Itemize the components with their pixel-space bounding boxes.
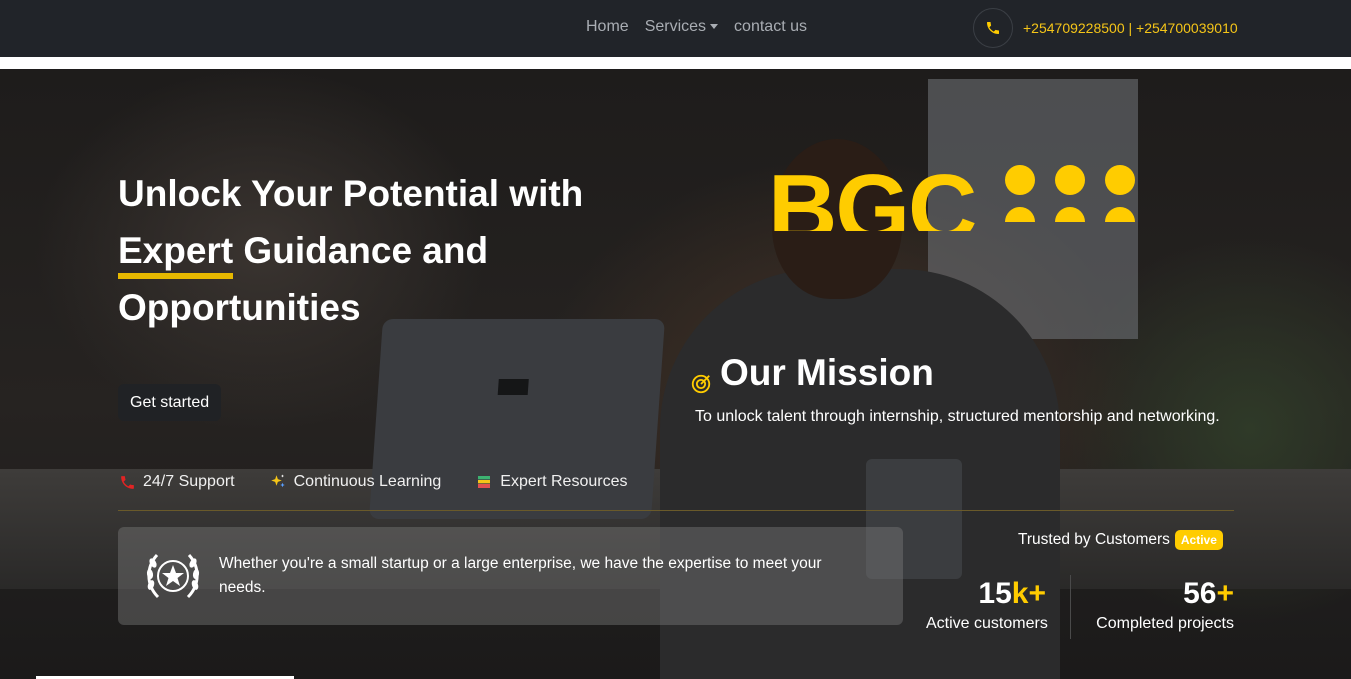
hero-section: BGC Unlock Your Potential with Expert Gu… bbox=[0, 69, 1351, 679]
get-started-button[interactable]: Get started bbox=[118, 384, 222, 421]
headline-line-1: Unlock Your Potential with bbox=[118, 173, 584, 214]
stat-label: Active customers bbox=[926, 615, 1048, 632]
trusted-row: Trusted by Customers Active bbox=[1018, 530, 1223, 550]
stat-completed-projects: 56+ Completed projects bbox=[1094, 577, 1234, 633]
award-star-icon bbox=[142, 549, 204, 603]
status-badge: Active bbox=[1174, 530, 1223, 550]
trusted-label: Trusted by Customers bbox=[1018, 531, 1170, 548]
phone-numbers[interactable]: +254709228500 | +254700039010 bbox=[1023, 20, 1238, 36]
mission-heading: Our Mission bbox=[690, 352, 934, 394]
feature-list: 24/7 Support Continuous Learning Expert … bbox=[118, 473, 627, 491]
info-card: Whether you're a small startup or a larg… bbox=[118, 527, 903, 625]
logo-text: BGC bbox=[768, 165, 976, 231]
top-navbar: Home Services contact us +254709228500 |… bbox=[0, 0, 1351, 57]
mission-title: Our Mission bbox=[720, 352, 934, 393]
books-icon bbox=[475, 473, 493, 491]
stat-divider bbox=[1070, 575, 1071, 639]
stat-number: 56 bbox=[1183, 577, 1217, 610]
feature-resources: Expert Resources bbox=[475, 473, 627, 491]
stat-label: Completed projects bbox=[1096, 615, 1234, 632]
stat-number: 15 bbox=[978, 577, 1012, 610]
target-icon bbox=[690, 362, 712, 394]
feature-learning-label: Continuous Learning bbox=[293, 473, 442, 490]
nav-contact-link[interactable]: contact us bbox=[734, 18, 807, 36]
mission-text: To unlock talent through internship, str… bbox=[695, 408, 1220, 425]
logo-dots bbox=[1005, 165, 1136, 222]
stat-suffix: k+ bbox=[1011, 577, 1046, 610]
nav-services-label: Services bbox=[644, 18, 707, 35]
chevron-down-icon bbox=[710, 24, 719, 30]
section-divider bbox=[118, 510, 1234, 511]
nav-home-link[interactable]: Home bbox=[586, 18, 629, 36]
info-text: Whether you're a small startup or a larg… bbox=[219, 555, 822, 596]
stat-suffix: + bbox=[1216, 577, 1234, 610]
feature-support-label: 24/7 Support bbox=[143, 473, 235, 490]
feature-resources-label: Expert Resources bbox=[500, 473, 628, 490]
headline-underlined-word: Expert bbox=[118, 222, 234, 279]
hero-headline: Unlock Your Potential with Expert Guidan… bbox=[118, 165, 638, 336]
stat-active-customers: 15k+ Active customers bbox=[926, 577, 1048, 633]
feature-learning: Continuous Learning bbox=[269, 473, 442, 491]
nav-services-dropdown[interactable]: Services bbox=[644, 18, 719, 36]
sparkles-icon bbox=[269, 473, 287, 491]
headline-line-2: Guidance and bbox=[233, 230, 489, 271]
nav-links: Home Services contact us bbox=[586, 18, 807, 36]
feature-support: 24/7 Support bbox=[118, 473, 235, 491]
telephone-icon bbox=[118, 473, 136, 491]
phone-icon[interactable] bbox=[973, 8, 1013, 48]
divider-strip bbox=[0, 57, 1351, 69]
headline-line-3: Opportunities bbox=[118, 287, 361, 328]
bgc-logo: BGC bbox=[768, 165, 1136, 231]
